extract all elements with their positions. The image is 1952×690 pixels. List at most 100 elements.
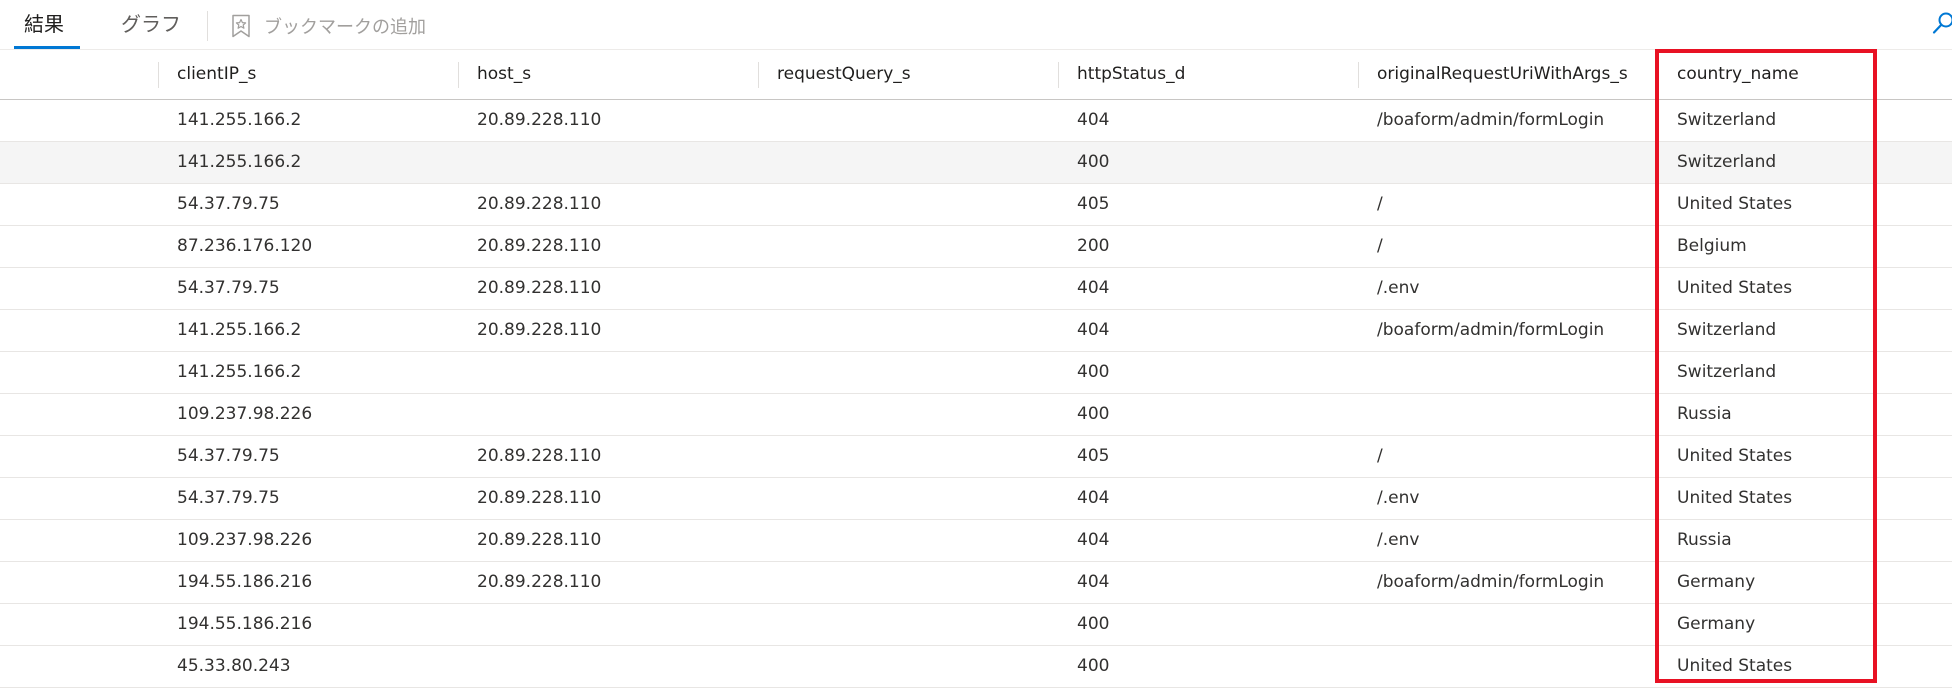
cell-httpstatus: 400 [1077,362,1110,382]
table-row[interactable]: 45.33.80.243 400 United States [0,646,1952,688]
cell-httpstatus: 200 [1077,236,1110,256]
cell-clientip: 54.37.79.75 [177,278,280,298]
cell-httpstatus: 400 [1077,152,1110,172]
cell-clientip: 141.255.166.2 [177,362,302,382]
cell-originalrequesturi: /.env [1377,530,1420,550]
table-row[interactable]: 141.255.166.2 20.89.228.110 404/boaform/ad… [0,100,1952,142]
cell-httpstatus: 404 [1077,320,1110,340]
column-header-httpstatus[interactable]: httpStatus_d [1058,50,1358,99]
tab-chart[interactable]: グラフ [121,11,181,37]
cell-host [458,394,758,435]
results-toolbar: 結果 グラフ ブックマークの追加 [0,0,1952,49]
cell-host [458,646,758,687]
table-row[interactable]: 54.37.79.75 20.89.228.110 405 / United State… [0,436,1952,478]
cell-clientip: 141.255.166.2 [177,152,302,172]
table-row[interactable]: 141.255.166.2 20.89.228.110 404/boaform/ad… [0,310,1952,352]
column-header-clientip[interactable]: clientIP_s [158,50,458,99]
cell-originalrequesturi [1358,646,1658,687]
cell-httpstatus: 404 [1077,530,1110,550]
add-bookmark-label: ブックマークの追加 [264,17,426,38]
cell-originalrequesturi: /boaform/admin/formLogin [1377,320,1605,340]
table-row[interactable]: 54.37.79.75 20.89.228.110 404 /.env United S… [0,268,1952,310]
add-bookmark-button[interactable]: ブックマークの追加 [230,13,426,39]
cell-httpstatus: 400 [1077,656,1110,676]
cell-requestquery [758,142,1058,183]
cell-httpstatus: 405 [1077,446,1110,466]
cell-originalrequesturi: / [1377,236,1383,256]
table-row[interactable]: 54.37.79.75 20.89.228.110 405 / United State… [0,184,1952,226]
table-header: clientIP_s host_s requestQuery_s httpSta… [0,50,1952,100]
cell-country: Switzerland [1677,152,1777,172]
cell-country: United States [1677,656,1793,676]
cell-originalrequesturi: / [1377,446,1383,466]
cell-requestquery [758,520,1058,561]
cell-requestquery [758,394,1058,435]
cell-country: United States [1677,278,1793,298]
search-button[interactable] [1932,12,1952,40]
table-row[interactable]: 141.255.166.2 400 Switzerland [0,142,1952,184]
cell-clientip: 194.55.186.216 [177,572,313,592]
cell-httpstatus: 404 [1077,572,1110,592]
cell-clientip: 54.37.79.75 [177,194,280,214]
cell-requestquery [758,184,1058,225]
cell-country: Germany [1677,572,1756,592]
cell-originalrequesturi: /boaform/admin/formLogin [1377,110,1605,130]
cell-host [458,142,758,183]
cell-requestquery [758,226,1058,267]
cell-requestquery [758,268,1058,309]
cell-requestquery [758,646,1058,687]
column-header-requestquery[interactable]: requestQuery_s [758,50,1058,99]
tab-results[interactable]: 結果 [24,11,64,37]
cell-host: 20.89.228.110 [477,194,602,214]
cell-host: 20.89.228.110 [477,572,602,592]
table-row[interactable]: 54.37.79.75 20.89.228.110 404 /.env United S… [0,478,1952,520]
column-header-country[interactable]: country_name [1658,50,1878,99]
cell-host: 20.89.228.110 [477,110,602,130]
cell-httpstatus: 400 [1077,614,1110,634]
cell-host: 20.89.228.110 [477,320,602,340]
cell-host: 20.89.228.110 [477,278,602,298]
cell-requestquery [758,352,1058,393]
cell-country: Belgium [1677,236,1747,256]
cell-host: 20.89.228.110 [477,446,602,466]
table-row[interactable]: 141.255.166.2 400 Switzerland [0,352,1952,394]
cell-originalrequesturi: /.env [1377,278,1420,298]
cell-httpstatus: 404 [1077,110,1110,130]
cell-clientip: 54.37.79.75 [177,446,280,466]
cell-httpstatus: 404 [1077,488,1110,508]
cell-requestquery [758,562,1058,603]
cell-country: Russia [1677,530,1732,550]
cell-originalrequesturi [1358,604,1658,645]
table-row[interactable]: 109.237.98.226 20.89.228.110 404 /.env Russi… [0,520,1952,562]
cell-country: Switzerland [1677,110,1777,130]
cell-clientip: 141.255.166.2 [177,320,302,340]
table-row[interactable]: 194.55.186.216 400 Germany [0,604,1952,646]
cell-clientip: 109.237.98.226 [177,530,313,550]
cell-country: United States [1677,446,1793,466]
cell-requestquery [758,604,1058,645]
cell-host: 20.89.228.110 [477,530,602,550]
search-icon [1932,12,1952,34]
column-header-host[interactable]: host_s [458,50,758,99]
cell-httpstatus: 400 [1077,404,1110,424]
cell-requestquery [758,100,1058,141]
cell-country: Switzerland [1677,320,1777,340]
cell-clientip: 54.37.79.75 [177,488,280,508]
column-header-originalrequesturi[interactable]: originalRequestUriWithArgs_s [1358,50,1658,99]
cell-requestquery [758,436,1058,477]
cell-host [458,604,758,645]
cell-originalrequesturi [1358,352,1658,393]
toolbar-divider [207,11,208,41]
cell-clientip: 109.237.98.226 [177,404,313,424]
cell-clientip: 141.255.166.2 [177,110,302,130]
cell-originalrequesturi: / [1377,194,1383,214]
cell-country: Germany [1677,614,1756,634]
cell-clientip: 194.55.186.216 [177,614,313,634]
cell-originalrequesturi: /.env [1377,488,1420,508]
table-row[interactable]: 87.236.176.120 20.89.228.110 200 / Belgium [0,226,1952,268]
cell-country: United States [1677,194,1793,214]
table-row[interactable]: 194.55.186.216 20.89.228.110 404/boaform/a… [0,562,1952,604]
table-row[interactable]: 109.237.98.226 400 Russia [0,394,1952,436]
cell-country: Russia [1677,404,1732,424]
bookmark-add-icon [232,14,250,38]
